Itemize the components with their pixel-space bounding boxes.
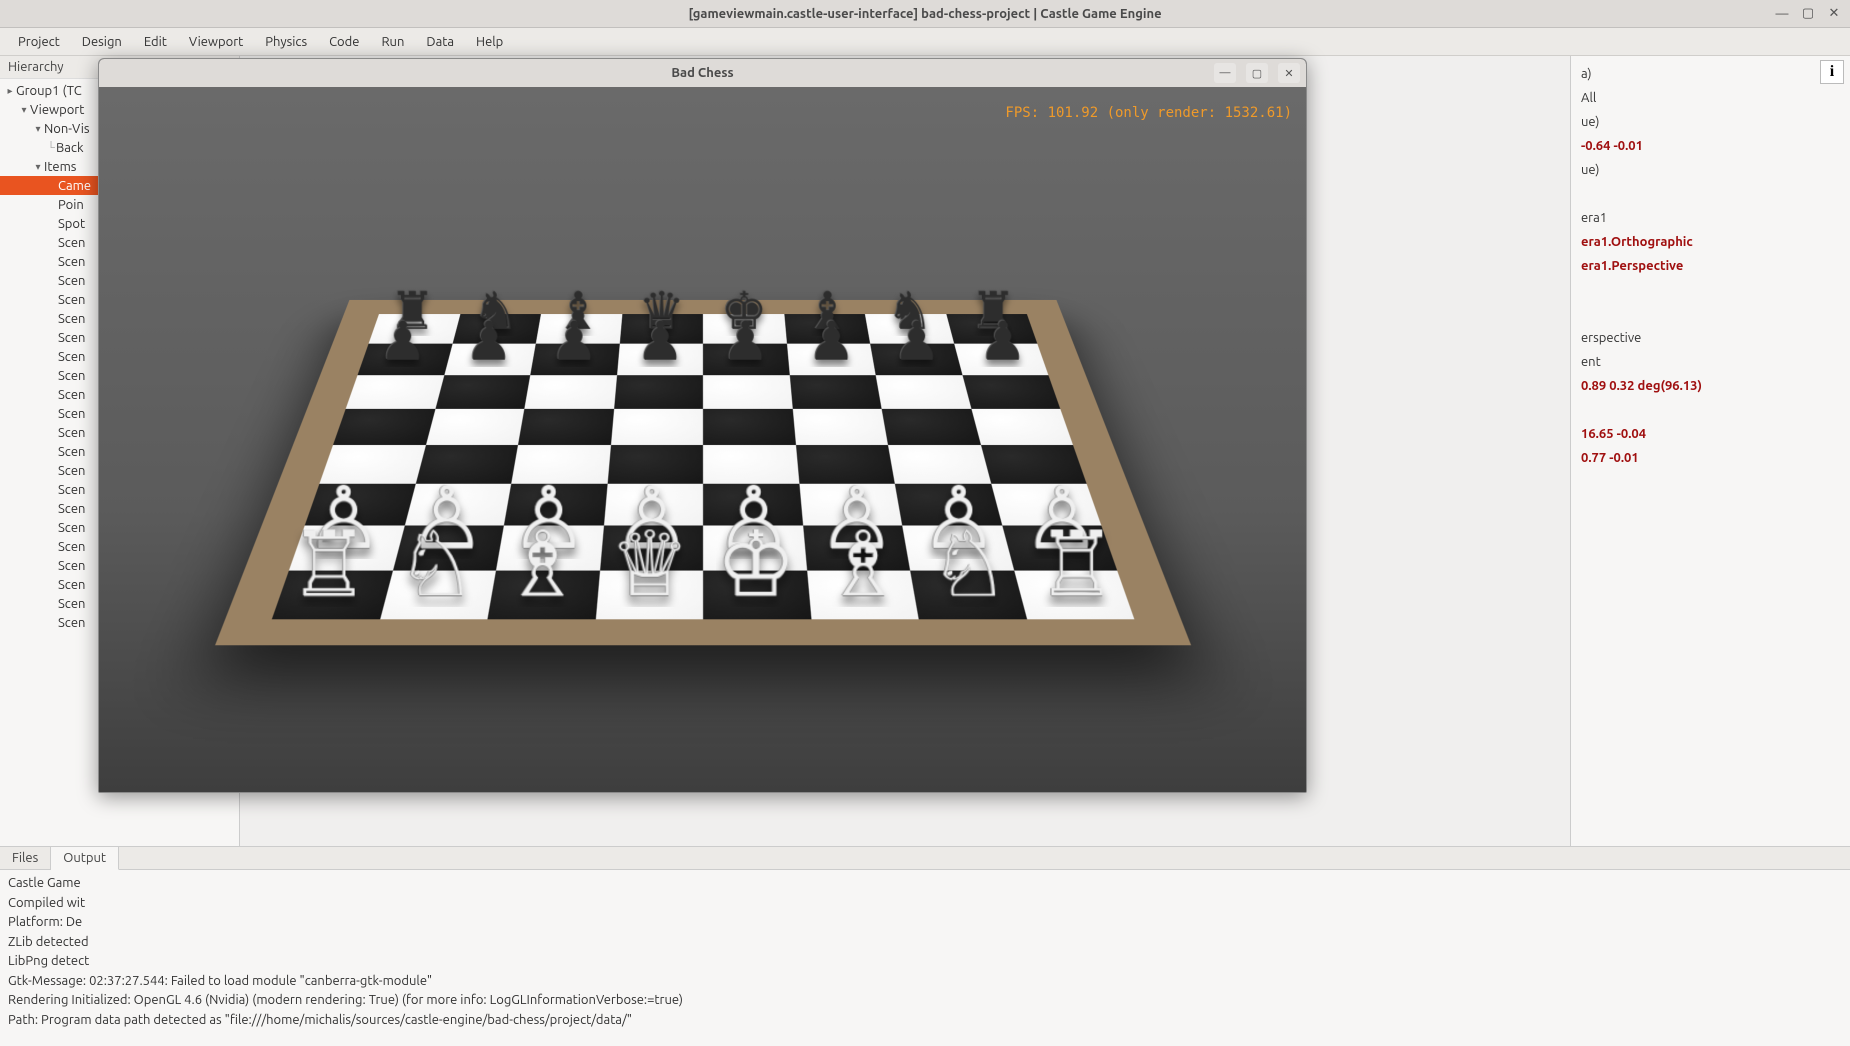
chess-piece: ♟ xyxy=(456,312,531,367)
output-line: ZLib detected xyxy=(8,933,1842,953)
menu-project[interactable]: Project xyxy=(8,31,70,53)
game-minimize-icon[interactable]: — xyxy=(1214,63,1236,83)
chess-piece: ♔ xyxy=(715,522,797,607)
chess-piece: ♟ xyxy=(627,312,692,367)
game-maximize-icon[interactable]: ▢ xyxy=(1246,63,1268,83)
property-row[interactable] xyxy=(1577,302,1844,326)
property-row[interactable]: a) xyxy=(1577,62,1844,86)
property-row[interactable]: era1.Orthographic xyxy=(1577,230,1844,254)
property-row[interactable] xyxy=(1577,398,1844,422)
property-row[interactable]: 0.89 0.32 deg(96.13) xyxy=(1577,374,1844,398)
menu-data[interactable]: Data xyxy=(416,31,464,53)
info-button[interactable]: i xyxy=(1820,60,1844,84)
property-row[interactable]: ue) xyxy=(1577,158,1844,182)
bottom-panel: Files Output Castle Game Compiled witPla… xyxy=(0,846,1850,1046)
menu-design[interactable]: Design xyxy=(72,31,132,53)
tab-files[interactable]: Files xyxy=(0,847,51,869)
main-title-text: [gameviewmain.castle-user-interface] bad… xyxy=(688,7,1161,21)
property-row[interactable]: ent xyxy=(1577,350,1844,374)
close-icon[interactable]: ✕ xyxy=(1826,6,1842,22)
menu-run[interactable]: Run xyxy=(371,31,414,53)
output-line: Gtk-Message: 02:37:27.544: Failed to loa… xyxy=(8,972,1842,992)
game-close-icon[interactable]: ✕ xyxy=(1278,63,1300,83)
menu-edit[interactable]: Edit xyxy=(134,31,177,53)
property-row[interactable]: -0.64 -0.01 xyxy=(1577,134,1844,158)
property-row[interactable]: 0.77 -0.01 xyxy=(1577,446,1844,470)
maximize-icon[interactable]: ▢ xyxy=(1800,6,1816,22)
property-row[interactable] xyxy=(1577,278,1844,302)
chess-piece: ♗ xyxy=(814,522,903,607)
chess-piece: ♕ xyxy=(609,522,691,607)
fps-counter: FPS: 101.92 (only render: 1532.61) xyxy=(1005,105,1292,121)
output-line: Castle Game xyxy=(8,874,1842,894)
minimize-icon[interactable]: — xyxy=(1774,6,1790,22)
output-line: Path: Program data path detected as "fil… xyxy=(8,1011,1842,1031)
property-row[interactable]: era1.Perspective xyxy=(1577,254,1844,278)
menu-physics[interactable]: Physics xyxy=(255,31,317,53)
property-row[interactable]: All xyxy=(1577,86,1844,110)
property-row[interactable]: erspective xyxy=(1577,326,1844,350)
menubar: Project Design Edit Viewport Physics Cod… xyxy=(0,28,1850,56)
game-viewport[interactable]: FPS: 101.92 (only render: 1532.61) ♜♞♝♛♚… xyxy=(99,87,1306,792)
chess-piece: ♟ xyxy=(542,312,612,367)
properties-panel: i a)Allue)-0.64 -0.01ue)era1era1.Orthogr… xyxy=(1570,56,1850,846)
output-log[interactable]: Castle Game Compiled witPlatform: DeZLib… xyxy=(0,870,1850,1046)
chess-piece: ♗ xyxy=(502,522,591,607)
menu-viewport[interactable]: Viewport xyxy=(179,31,253,53)
output-line: LibPng detect xyxy=(8,952,1842,972)
output-line: Platform: De xyxy=(8,913,1842,933)
chess-piece: ♟ xyxy=(712,312,777,367)
property-row[interactable]: 16.65 -0.04 xyxy=(1577,422,1844,446)
property-row[interactable] xyxy=(1577,182,1844,206)
property-row[interactable]: era1 xyxy=(1577,206,1844,230)
chess-piece: ♟ xyxy=(793,312,863,367)
output-line: Compiled wit xyxy=(8,894,1842,914)
chess-piece: ♟ xyxy=(874,312,949,367)
game-title-text: Bad Chess xyxy=(671,66,733,80)
menu-help[interactable]: Help xyxy=(466,31,513,53)
output-line: Rendering Initialized: OpenGL 4.6 (Nvidi… xyxy=(8,991,1842,1011)
game-titlebar[interactable]: Bad Chess — ▢ ✕ xyxy=(99,59,1306,87)
main-titlebar: [gameviewmain.castle-user-interface] bad… xyxy=(0,0,1850,28)
game-window: Bad Chess — ▢ ✕ FPS: 101.92 (only render… xyxy=(98,58,1307,793)
tab-output[interactable]: Output xyxy=(51,847,119,870)
property-row[interactable]: ue) xyxy=(1577,110,1844,134)
menu-code[interactable]: Code xyxy=(319,31,369,53)
